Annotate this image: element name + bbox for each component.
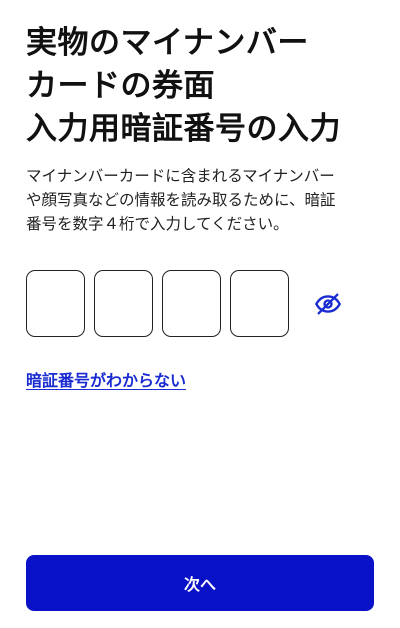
pin-input-group: [26, 270, 298, 337]
page-title: 実物のマイナンバー カードの券面 入力用暗証番号の入力: [26, 25, 341, 147]
eye-slash-icon: [315, 293, 341, 315]
instruction-text: マイナンバーカードに含まれるマイナンバー や顔写真などの情報を読み取るために、暗…: [26, 167, 336, 233]
forgot-pin-link[interactable]: 暗証番号がわからない: [26, 367, 186, 391]
next-button[interactable]: 次へ: [26, 555, 374, 611]
show-pin-toggle[interactable]: [313, 289, 343, 319]
pin-digit-2[interactable]: [94, 270, 153, 337]
pin-digit-3[interactable]: [162, 270, 221, 337]
pin-digit-4[interactable]: [230, 270, 289, 337]
pin-entry-screen: 実物のマイナンバー カードの券面 入力用暗証番号の入力 マイナンバーカードに含ま…: [0, 0, 400, 628]
pin-digit-1[interactable]: [26, 270, 85, 337]
